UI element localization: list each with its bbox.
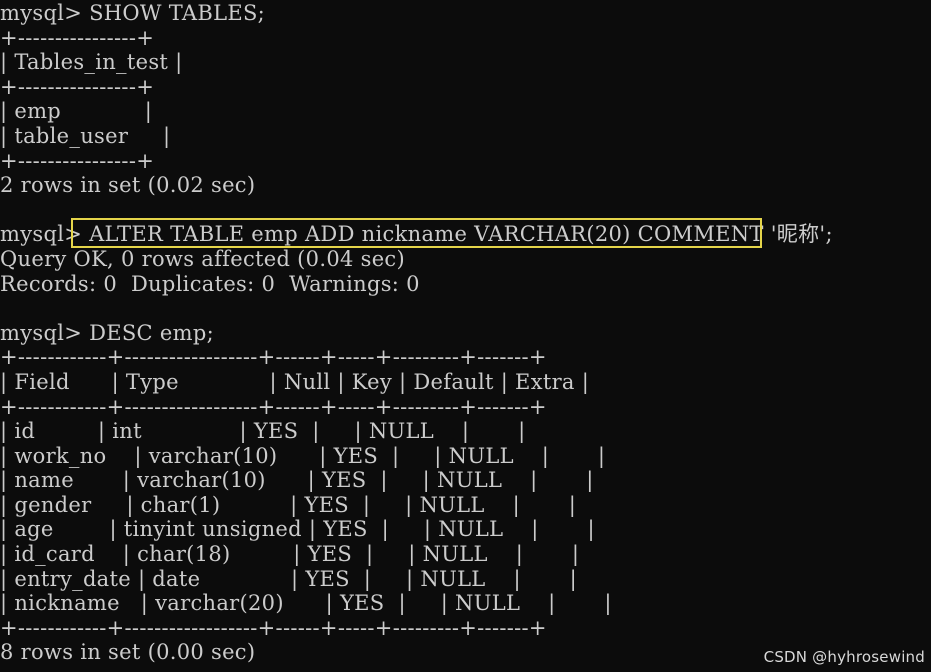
table-row: | emp | <box>0 99 153 124</box>
table-border: +----------------+ <box>0 148 155 173</box>
prompt-show-tables: mysql> SHOW TABLES; <box>0 1 266 25</box>
query-ok-message: Query OK, 0 rows affected (0.04 sec) <box>0 246 405 271</box>
table-header-row: | Field | Type | Null | Key | Default | … <box>0 369 590 394</box>
table-row: | gender | char(1) | YES | | NULL | | <box>0 492 577 517</box>
prompt-desc-emp: mysql> DESC emp; <box>0 320 214 345</box>
watermark: CSDN @hyhrosewind <box>763 648 925 666</box>
prompt-alter-table: mysql> ALTER TABLE emp ADD nickname VARC… <box>0 222 833 247</box>
table-border: +------------+------------------+------+… <box>0 345 547 370</box>
table-row: | age | tinyint unsigned | YES | | NULL … <box>0 517 595 542</box>
table-border: +------------+------------------+------+… <box>0 615 547 640</box>
table-header-row: | Tables_in_test | <box>0 50 183 75</box>
table-border: +----------------+ <box>0 25 155 50</box>
table-row: | entry_date | date | YES | | NULL | | <box>0 566 578 591</box>
terminal-window[interactable]: mysql> SHOW TABLES; +----------------+ |… <box>0 0 931 672</box>
table-row: | nickname | varchar(20) | YES | | NULL … <box>0 591 612 616</box>
result-summary: 2 rows in set (0.02 sec) <box>0 173 256 198</box>
table-row: | name | varchar(10) | YES | | NULL | | <box>0 468 594 493</box>
table-row: | id | int | YES | | NULL | | <box>0 419 526 444</box>
table-border: +------------+------------------+------+… <box>0 394 547 419</box>
table-row: | work_no | varchar(10) | YES | | NULL |… <box>0 443 606 468</box>
table-row: | id_card | char(18) | YES | | NULL | | <box>0 542 580 567</box>
table-row: | table_user | <box>0 123 171 148</box>
records-message: Records: 0 Duplicates: 0 Warnings: 0 <box>0 271 420 296</box>
table-border: +----------------+ <box>0 74 155 99</box>
